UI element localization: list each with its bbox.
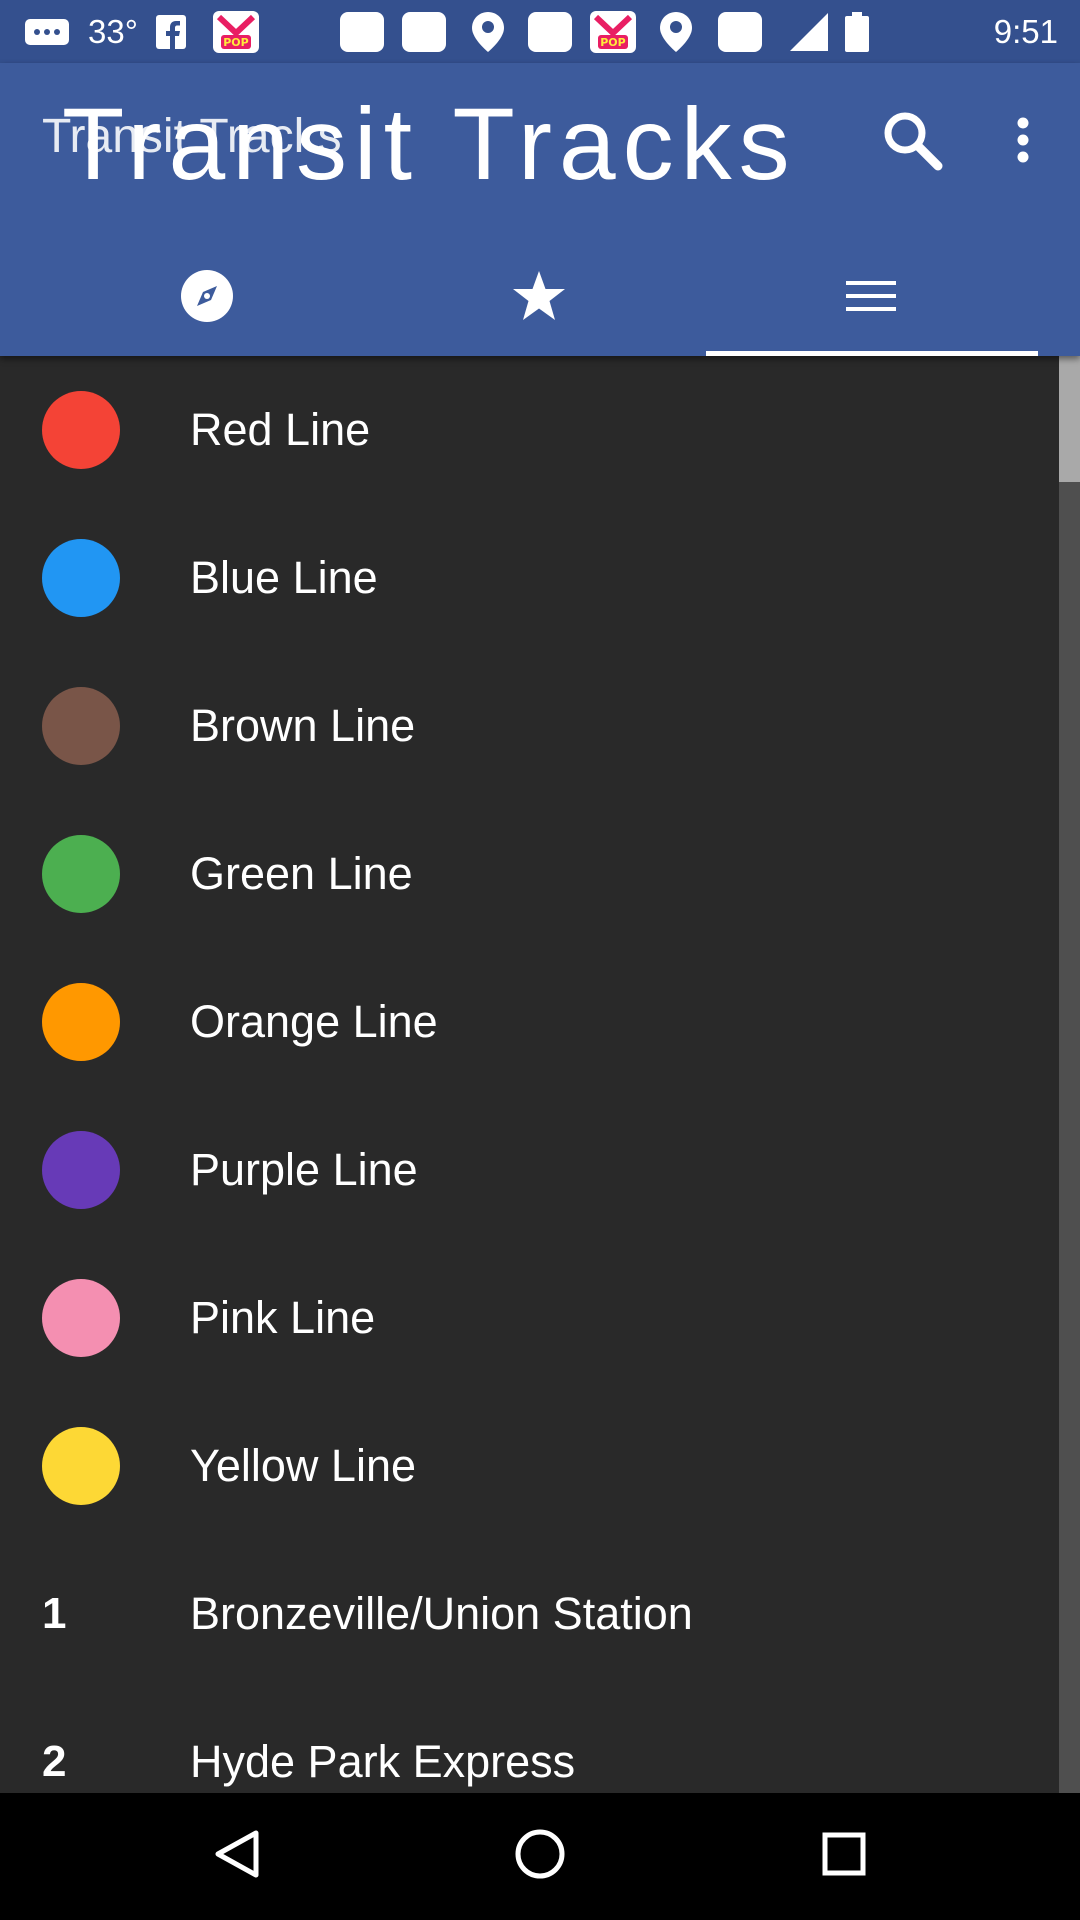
compass-icon: [180, 269, 234, 328]
screen: 33° POP POP 9:51 Transit Tracks Transit …: [0, 0, 1080, 1920]
route-item-1[interactable]: 1 Bronzeville/Union Station: [0, 1540, 1059, 1688]
clock-text: 9:51: [993, 12, 1058, 50]
line-color-dot: [42, 835, 120, 913]
search-icon: [880, 108, 944, 177]
location-icon: [660, 0, 692, 63]
line-color-dot: [42, 391, 120, 469]
line-label: Purple Line: [190, 1144, 418, 1195]
more-options-button[interactable]: [1000, 103, 1046, 181]
pop-app-icon: POP: [590, 0, 636, 63]
line-item-purple[interactable]: Purple Line: [0, 1096, 1059, 1244]
search-button[interactable]: [873, 103, 951, 181]
svg-text:POP: POP: [600, 36, 625, 49]
selected-tab-indicator: [706, 351, 1038, 356]
route-label: Hyde Park Express: [190, 1736, 576, 1787]
route-item-2[interactable]: 2 Hyde Park Express: [0, 1688, 1059, 1793]
back-button[interactable]: [167, 1793, 307, 1920]
svg-text:POP: POP: [223, 36, 248, 49]
line-label: Orange Line: [190, 996, 438, 1047]
line-label: Yellow Line: [190, 1440, 417, 1491]
line-label: Blue Line: [190, 552, 378, 603]
facebook-icon: [156, 0, 186, 63]
recents-icon: [822, 1832, 866, 1881]
line-color-dot: [42, 687, 120, 765]
route-number: 1: [42, 1589, 67, 1638]
home-button[interactable]: [470, 1793, 610, 1920]
navigation-bar: [0, 1793, 1080, 1920]
line-item-orange[interactable]: Orange Line: [0, 948, 1059, 1096]
scrollbar-thumb[interactable]: [1059, 356, 1080, 482]
notification-icon: [340, 0, 384, 63]
line-label: Brown Line: [190, 700, 416, 751]
temperature-text: 33°: [88, 12, 138, 50]
back-icon: [214, 1829, 260, 1884]
line-label: Red Line: [190, 404, 371, 455]
menu-list-icon: [846, 279, 896, 318]
line-label: Pink Line: [190, 1292, 376, 1343]
signal-icon: [790, 0, 828, 63]
more-options-icon: [1016, 117, 1030, 168]
location-icon: [472, 0, 504, 63]
lines-list: Red Line Blue Line Brown Line Green Line…: [0, 356, 1059, 1793]
line-item-pink[interactable]: Pink Line: [0, 1244, 1059, 1392]
notification-icon: [718, 0, 762, 63]
line-color-dot: [42, 539, 120, 617]
home-icon: [514, 1828, 566, 1885]
notification-icon: [528, 0, 572, 63]
line-item-yellow[interactable]: Yellow Line: [0, 1392, 1059, 1540]
line-item-red[interactable]: Red Line: [0, 356, 1059, 504]
line-color-dot: [42, 1279, 120, 1357]
route-label: Bronzeville/Union Station: [190, 1588, 693, 1639]
scrollbar[interactable]: [1059, 356, 1080, 1793]
status-bar: 33° POP POP 9:51: [0, 0, 1080, 63]
line-color-dot: [42, 983, 120, 1061]
tab-explore[interactable]: [42, 243, 372, 353]
tab-all-lines[interactable]: [706, 243, 1036, 353]
line-label: Green Line: [190, 848, 413, 899]
line-color-dot: [42, 1131, 120, 1209]
route-number: 2: [42, 1737, 67, 1786]
tab-favorites[interactable]: [374, 243, 704, 353]
star-icon: [512, 270, 566, 327]
notification-icon: [402, 0, 446, 63]
line-item-brown[interactable]: Brown Line: [0, 652, 1059, 800]
line-item-green[interactable]: Green Line: [0, 800, 1059, 948]
line-item-blue[interactable]: Blue Line: [0, 504, 1059, 652]
line-color-dot: [42, 1427, 120, 1505]
pop-app-icon: POP: [213, 0, 259, 63]
app-bar: Transit Tracks Transit Tracks: [0, 63, 1080, 356]
recents-button[interactable]: [774, 1793, 914, 1920]
messages-icon: [24, 0, 70, 63]
app-title: Transit Tracks: [42, 110, 342, 163]
battery-icon: [845, 0, 869, 63]
